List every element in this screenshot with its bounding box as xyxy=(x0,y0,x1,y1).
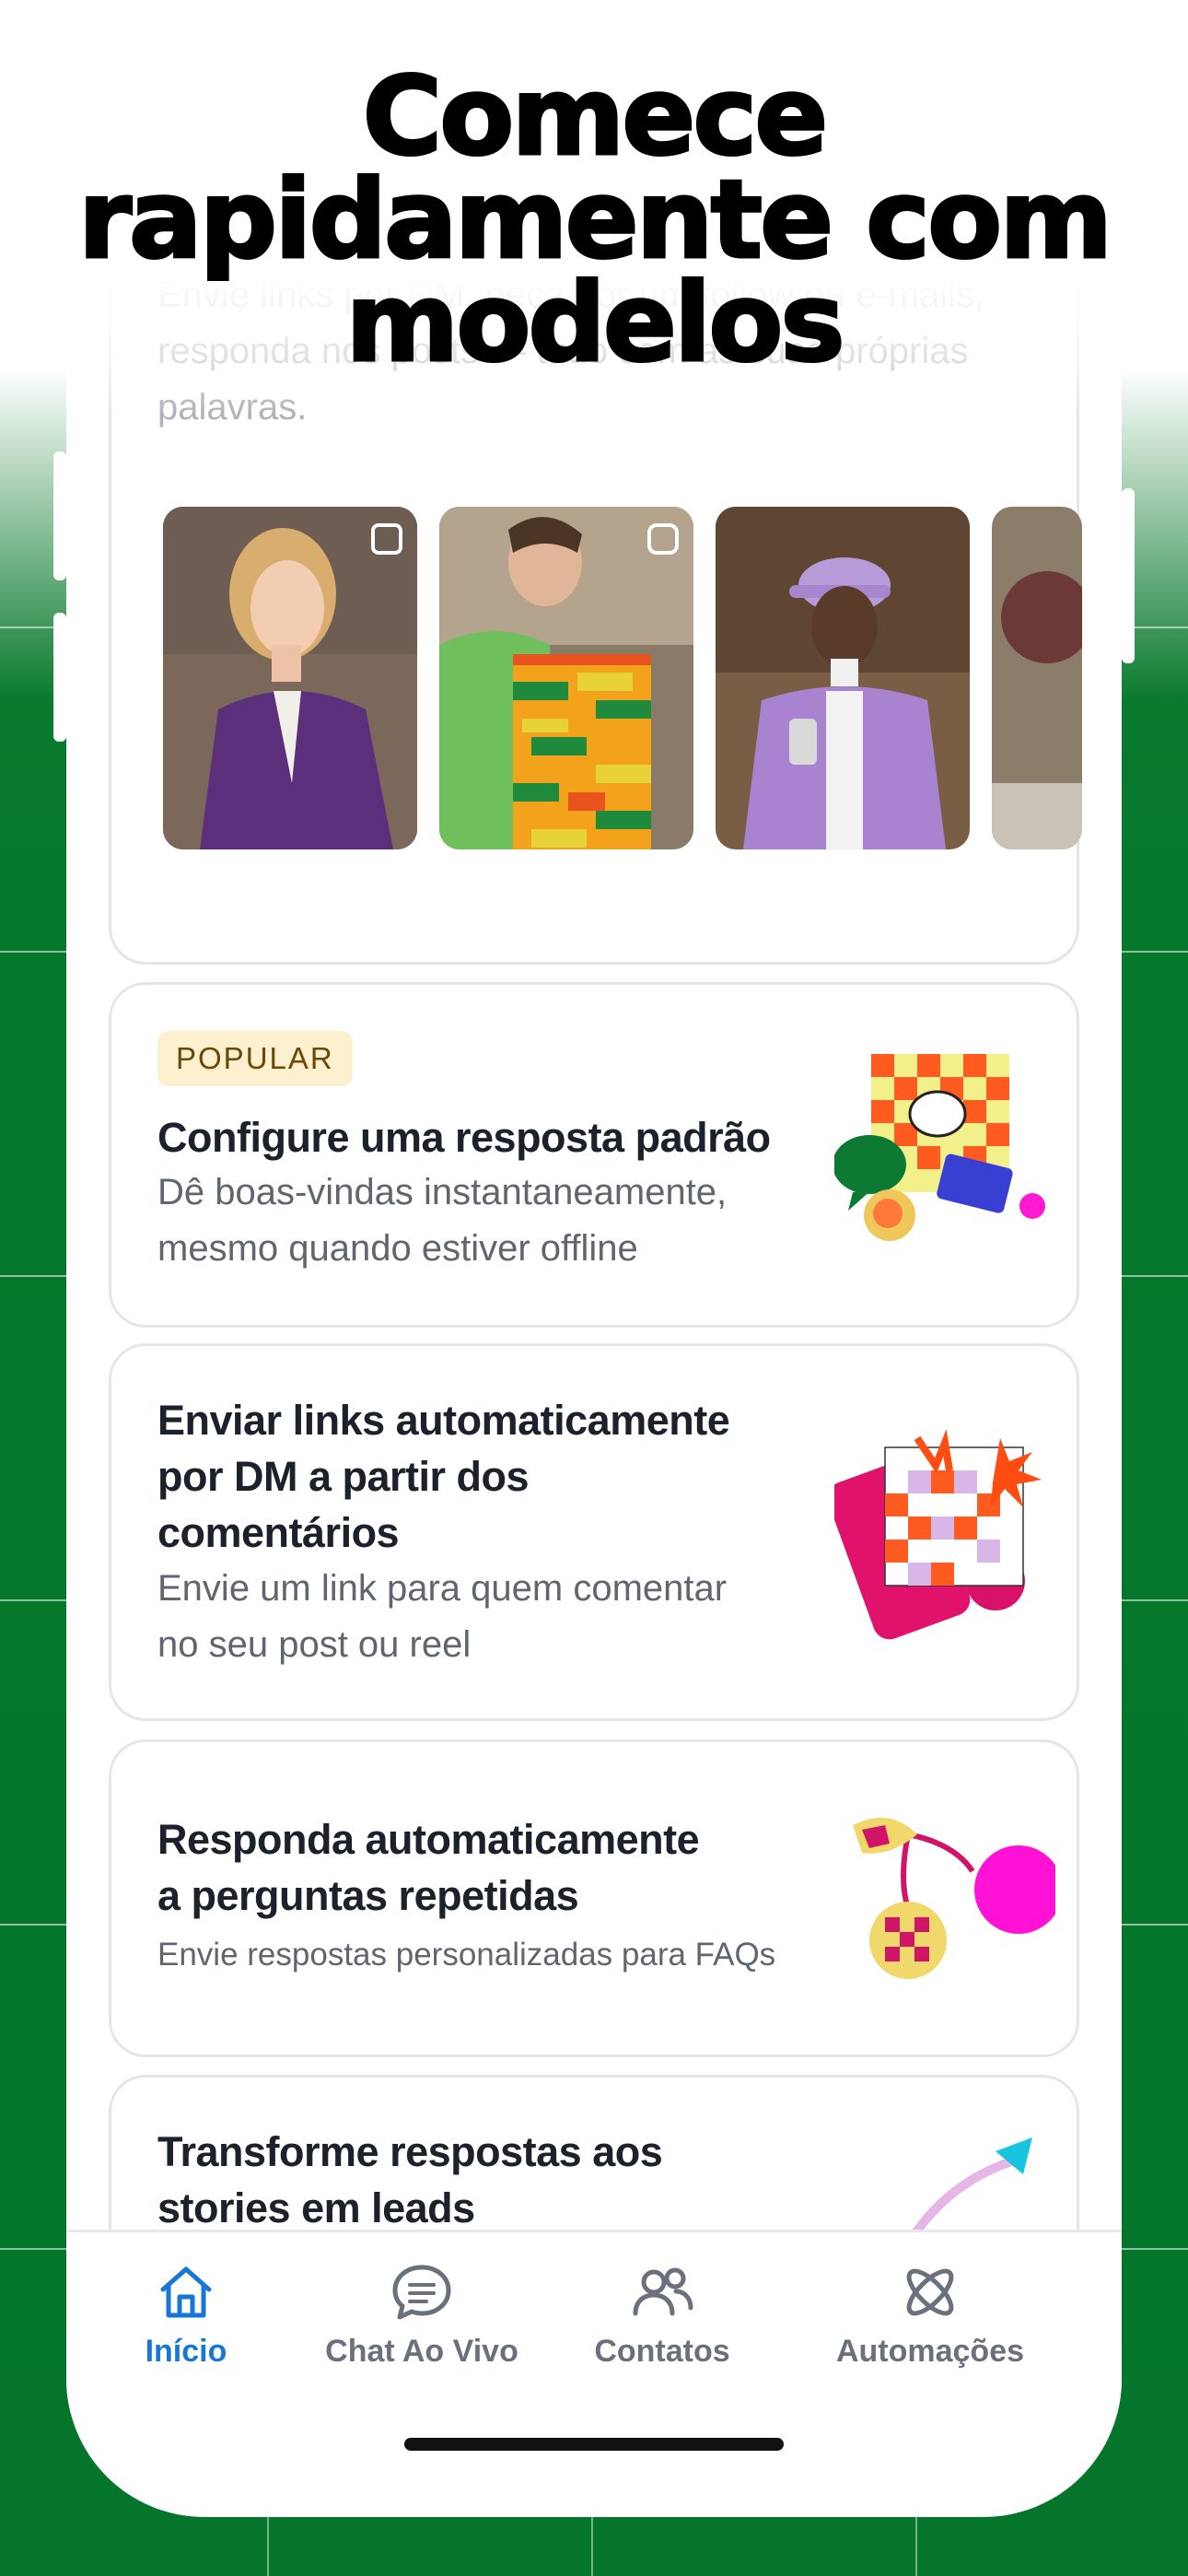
cap-photo xyxy=(716,507,970,849)
card-subtitle-1: Envie um link para quem comentar xyxy=(157,1568,728,1609)
phone-side-button-left-1 xyxy=(53,451,66,580)
headline-line-3: modelos xyxy=(344,259,846,386)
card-subtitle-1: Dê boas-vindas instantaneamente, xyxy=(157,1172,728,1212)
thumbnail-woman-purple-blazer[interactable] xyxy=(163,507,417,849)
card-subtitle: Envie respostas personalizadas para FAQs xyxy=(157,1937,776,1973)
template-card-faq[interactable]: Responda automaticamente a perguntas rep… xyxy=(109,1739,1079,2057)
card-title-line-2: por DM a partir dos xyxy=(157,1453,530,1500)
cherries-illustration xyxy=(853,1818,1055,1979)
tab-label: Chat Ao Vivo xyxy=(325,2334,518,2369)
carousel-icon xyxy=(371,523,402,555)
tab-inicio[interactable]: Início xyxy=(66,2232,306,2417)
tab-chat-ao-vivo[interactable]: Chat Ao Vivo xyxy=(302,2232,542,2417)
promo-headline: Comece rapidamente com modelos xyxy=(0,61,1188,379)
reels-icon xyxy=(647,523,679,555)
phone-screen: Envie links por DM, peça por um follow o… xyxy=(66,276,1122,2517)
chat-bubbles-illustration xyxy=(834,1054,1045,1241)
card-title-line-2: stories em leads xyxy=(157,2184,475,2231)
thumbnail-man-stacking-blocks[interactable] xyxy=(439,507,693,849)
partial-photo xyxy=(992,507,1082,849)
tab-automacoes[interactable]: Automações xyxy=(783,2232,1077,2417)
card-title: Configure uma resposta padrão xyxy=(157,1114,771,1161)
phone-side-button-right xyxy=(1122,488,1135,663)
phone-side-button-left-2 xyxy=(53,613,66,742)
card-title-line-1: Transforme respostas aos xyxy=(157,2128,663,2175)
contacts-icon xyxy=(633,2267,693,2316)
tab-contatos[interactable]: Contatos xyxy=(542,2232,782,2417)
card-title-line-3: comentários xyxy=(157,1509,400,1556)
tab-label: Contatos xyxy=(594,2334,730,2369)
template-card-comment-links[interactable]: Enviar links automaticamente por DM a pa… xyxy=(109,1343,1079,1721)
phone-grid-illustration xyxy=(834,1429,1042,1640)
woman-photo xyxy=(163,507,417,849)
home-indicator xyxy=(404,2438,784,2451)
chat-bubble-icon xyxy=(392,2265,451,2320)
card-subtitle-2: no seu post ou reel xyxy=(157,1624,472,1665)
home-icon xyxy=(160,2266,212,2318)
thumbnail-partial[interactable] xyxy=(992,507,1082,849)
bottom-tab-bar: Início Chat Ao Vivo Contatos Automações xyxy=(66,2230,1122,2414)
automation-atom-icon xyxy=(906,2268,954,2316)
card-title-line-1: Enviar links automaticamente xyxy=(157,1397,730,1444)
template-card-default-reply[interactable]: POPULAR Configure uma resposta padrão Dê… xyxy=(109,982,1079,1328)
card-title-line-1: Responda automaticamente xyxy=(157,1816,700,1863)
popular-badge: POPULAR xyxy=(157,1031,353,1086)
tab-label: Início xyxy=(145,2334,227,2369)
tab-label: Automações xyxy=(835,2334,1025,2369)
thumbnail-man-purple-cap[interactable] xyxy=(716,507,970,849)
card-subtitle-2: mesmo quando estiver offline xyxy=(157,1228,638,1269)
card-title-line-2: a perguntas repetidas xyxy=(157,1872,579,1919)
blocks-photo xyxy=(439,507,693,849)
thumbnail-strip[interactable] xyxy=(163,507,1082,857)
